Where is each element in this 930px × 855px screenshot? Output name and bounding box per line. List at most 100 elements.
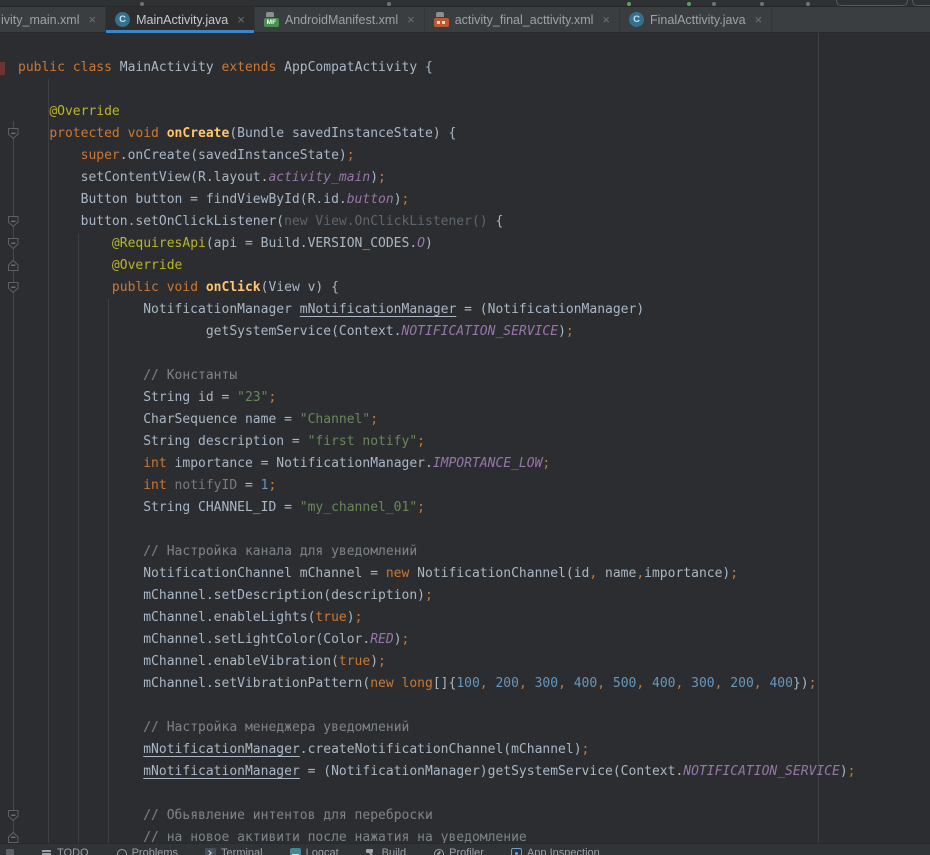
close-icon[interactable]: ×	[755, 13, 763, 26]
code-segment: NotificationChannel mChannel =	[18, 566, 386, 581]
code-segment: 300	[535, 676, 558, 691]
tab-androidmanifest-xml[interactable]: MFAndroidManifest.xml×	[255, 7, 425, 32]
android-studio-window: { "colors": { "tab_underline": "#3e86c7"…	[0, 0, 930, 855]
code-segment: importance)	[644, 566, 730, 581]
code-segment	[18, 456, 143, 471]
debug-icon[interactable]	[687, 2, 691, 6]
code-segment: (api = Build.VERSION_CODES.	[206, 236, 417, 251]
toolbar-widget-outline[interactable]	[912, 0, 930, 6]
code-segment: ;	[378, 654, 386, 669]
code-segment: "Channel"	[300, 412, 370, 427]
code-area[interactable]: public class MainActivity extends AppCom…	[18, 57, 856, 843]
code-segment: AppCompatActivity {	[284, 60, 433, 75]
code-editor[interactable]: public class MainActivity extends AppCom…	[0, 33, 930, 843]
code-line: mChannel.setDescription(description);	[18, 585, 856, 607]
code-segment: public class	[18, 60, 120, 75]
code-segment	[18, 148, 81, 163]
java-class-icon: C	[115, 12, 130, 27]
fold-marker-expanded-icon[interactable]	[7, 127, 20, 140]
code-segment	[18, 368, 143, 383]
code-segment: ;	[425, 588, 433, 603]
code-segment: RED	[370, 632, 393, 647]
device-selector-outline[interactable]	[836, 0, 908, 6]
tab-label: MainActivity.java	[136, 13, 228, 27]
code-segment: true	[339, 654, 370, 669]
code-segment	[18, 808, 143, 823]
close-icon[interactable]: ×	[237, 13, 245, 26]
code-segment: ,	[589, 566, 597, 581]
code-segment	[566, 676, 574, 691]
close-icon[interactable]: ×	[89, 13, 97, 26]
tool-window-label: Problems	[132, 847, 178, 855]
code-line: Button button = findViewById(R.id.button…	[18, 189, 856, 211]
code-segment	[18, 258, 112, 273]
tool-window-button-todo[interactable]: TODO	[41, 847, 89, 855]
code-segment: new long	[370, 676, 433, 691]
java-class-icon: C	[629, 12, 644, 27]
gutter-fold-line	[13, 121, 14, 843]
fold-marker-collapsed-icon[interactable]	[7, 831, 20, 843]
tab-ivity-main-xml[interactable]: ivity_main.xml ×	[0, 7, 106, 32]
tool-window-label: Terminal	[221, 847, 263, 855]
code-segment: onClick	[206, 280, 261, 295]
tool-window-button-problems[interactable]: Problems	[116, 847, 178, 855]
close-icon[interactable]: ×	[407, 13, 415, 26]
code-segment	[605, 676, 613, 691]
tab-label: ivity_main.xml	[1, 13, 80, 27]
code-segment: "my_channel_01"	[300, 500, 417, 515]
code-line: NotificationManager mNotificationManager…	[18, 299, 856, 321]
code-segment: public void	[112, 280, 206, 295]
code-segment: notifyID	[167, 478, 237, 493]
tab-finalacttivity-java[interactable]: C FinalActtivity.java ×	[620, 7, 772, 32]
fold-marker-collapsed-icon[interactable]	[7, 259, 20, 272]
code-segment: 100	[456, 676, 479, 691]
tab-label: FinalActtivity.java	[650, 13, 746, 27]
fold-marker-expanded-icon[interactable]	[7, 215, 20, 228]
tool-window-button-profiler[interactable]: Profiler	[433, 847, 484, 855]
code-segment: ;	[566, 324, 574, 339]
code-segment: ;	[402, 192, 410, 207]
fold-marker-expanded-icon[interactable]	[7, 809, 20, 822]
code-segment: (View v) {	[261, 280, 339, 295]
code-line: public void onClick(View v) {	[18, 277, 856, 299]
tab-mainactivity-java[interactable]: C MainActivity.java ×	[106, 7, 255, 32]
code-segment: // Константы	[143, 368, 237, 383]
code-segment: ,	[519, 676, 527, 691]
code-segment: String id =	[18, 390, 237, 405]
toolbar-icon-dot	[712, 2, 716, 6]
run-icon[interactable]	[627, 2, 631, 6]
code-line: String id = "23";	[18, 387, 856, 409]
tool-window-button-build[interactable]: Build	[366, 847, 406, 855]
tool-window-button-app-inspection[interactable]: App Inspection	[511, 847, 600, 855]
code-segment: =	[237, 478, 260, 493]
code-segment: extends	[222, 60, 285, 75]
code-line	[18, 79, 856, 101]
fold-marker-expanded-icon[interactable]	[7, 237, 20, 250]
code-segment: mChannel.setDescription(description)	[18, 588, 425, 603]
tool-window-button-terminal[interactable]: Terminal	[205, 847, 263, 855]
code-segment: name	[597, 566, 636, 581]
toolbar-icon-dot	[806, 2, 810, 6]
tab-activity-final-acttivity-xml[interactable]: activity_final_acttivity.xml×	[425, 7, 620, 32]
code-segment: []{	[433, 676, 456, 691]
code-segment: ;	[347, 148, 355, 163]
code-segment	[18, 126, 49, 141]
todo-icon	[41, 848, 52, 855]
code-line: @Override	[18, 101, 856, 123]
toolbar-icon-dot	[760, 2, 764, 6]
tool-windows-icon[interactable]	[6, 849, 14, 855]
code-segment: )	[370, 654, 378, 669]
code-line	[18, 695, 856, 717]
code-segment: ;	[355, 610, 363, 625]
fold-marker-expanded-icon[interactable]	[7, 281, 20, 294]
code-segment: ;	[370, 412, 378, 427]
code-segment: )	[394, 632, 402, 647]
code-line: mChannel.setVibrationPattern(new long[]{…	[18, 673, 856, 695]
code-segment: int	[143, 478, 166, 493]
code-segment: ;	[268, 478, 276, 493]
code-segment: @RequiresApi	[112, 236, 206, 251]
code-segment: O	[417, 236, 425, 251]
close-icon[interactable]: ×	[602, 13, 610, 26]
tool-window-button-logcat[interactable]: Logcat	[290, 847, 339, 855]
code-segment: CharSequence name =	[18, 412, 300, 427]
